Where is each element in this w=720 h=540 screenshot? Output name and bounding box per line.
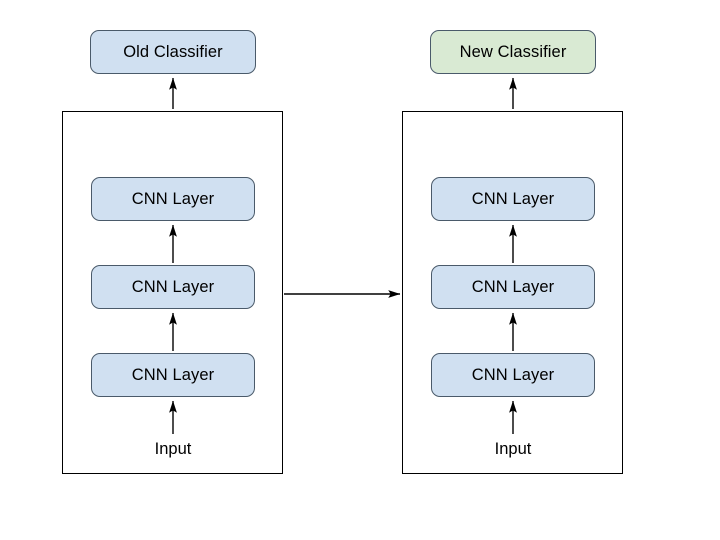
left-cnn-layer-middle-label: CNN Layer <box>131 277 215 296</box>
left-cnn-layer-top[interactable]: CNN Layer <box>91 177 255 221</box>
old-classifier-box[interactable]: Old Classifier <box>90 30 256 74</box>
left-cnn-layer-top-label: CNN Layer <box>131 189 215 208</box>
left-cnn-layer-bottom-label: CNN Layer <box>131 365 215 384</box>
right-cnn-layer-bottom[interactable]: CNN Layer <box>431 353 595 397</box>
right-cnn-layer-middle-label: CNN Layer <box>471 277 555 296</box>
old-classifier-label: Old Classifier <box>123 42 223 61</box>
right-cnn-layer-middle[interactable]: CNN Layer <box>431 265 595 309</box>
left-cnn-layer-bottom[interactable]: CNN Layer <box>91 353 255 397</box>
right-cnn-layer-top-label: CNN Layer <box>471 189 555 208</box>
left-input-label: Input <box>154 440 192 458</box>
left-cnn-layer-middle[interactable]: CNN Layer <box>91 265 255 309</box>
right-cnn-layer-top[interactable]: CNN Layer <box>431 177 595 221</box>
new-classifier-box[interactable]: New Classifier <box>430 30 596 74</box>
new-classifier-label: New Classifier <box>459 42 567 61</box>
right-cnn-layer-bottom-label: CNN Layer <box>471 365 555 384</box>
diagram-canvas: Old Classifier CNN Layer CNN Layer CNN L… <box>0 0 720 540</box>
right-input-label: Input <box>494 440 532 458</box>
